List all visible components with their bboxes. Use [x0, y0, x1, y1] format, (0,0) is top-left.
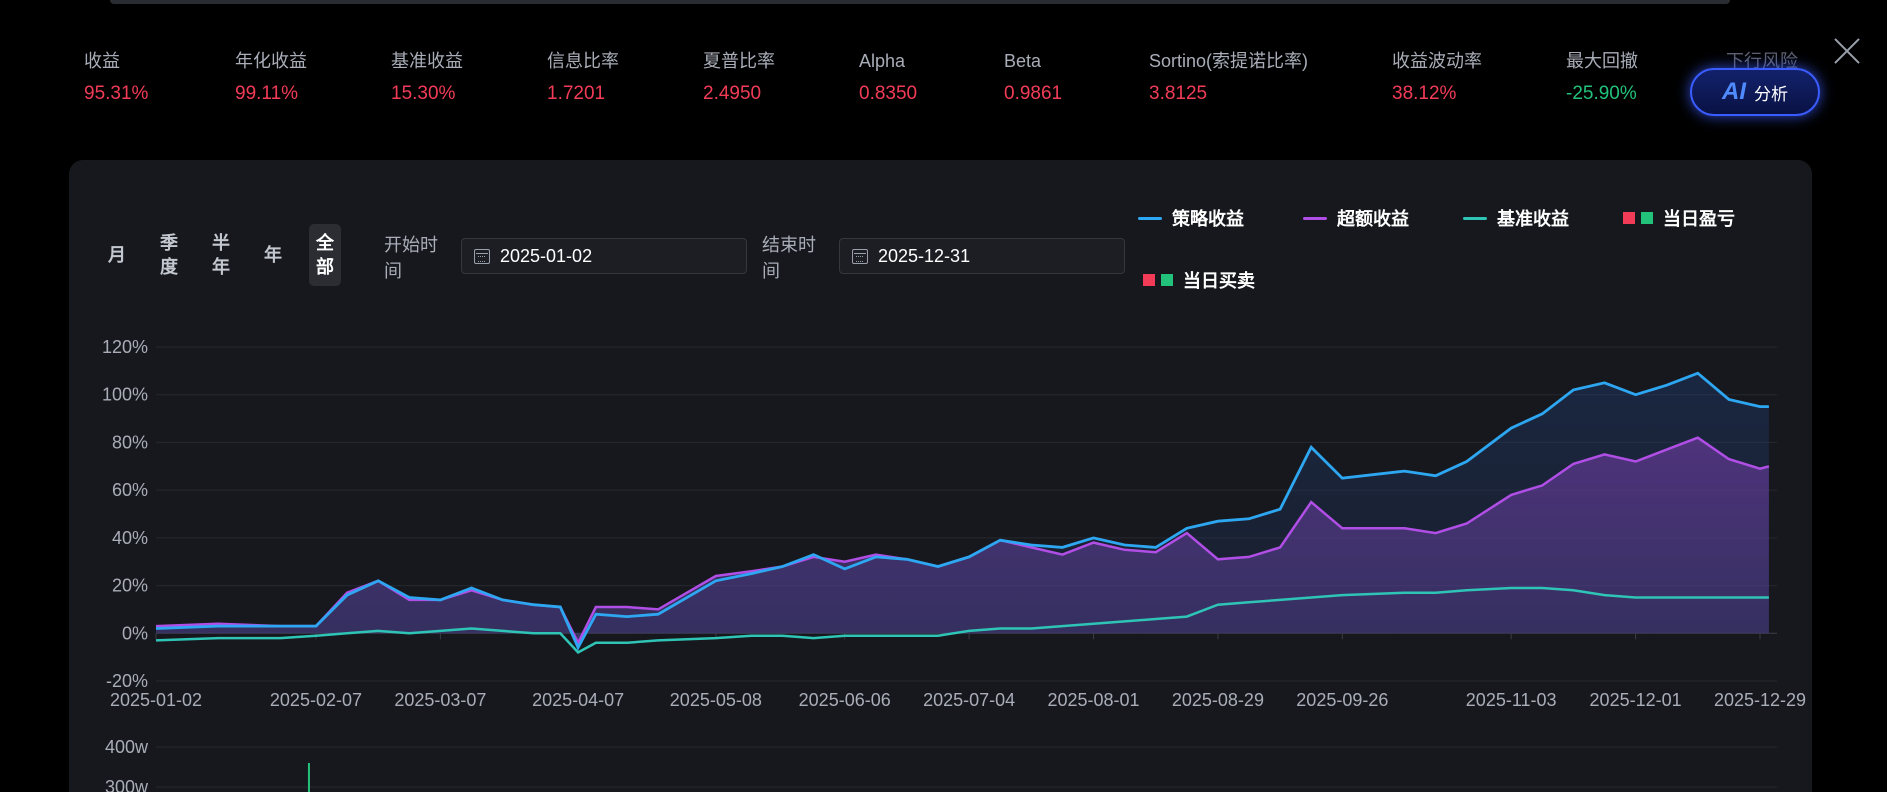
stat-value: 95.31% [84, 83, 149, 104]
x-tick-label: 2025-07-04 [923, 690, 1015, 710]
sub-y-tick-label: 300w [105, 777, 149, 792]
y-tick-label: 40% [112, 528, 148, 548]
x-tick-label: 2025-08-29 [1172, 690, 1264, 710]
stat-item: 信息比率 1.7201 [547, 50, 619, 106]
chart-panel: 月季度 半年年全部 开始时间 2025-01-02 结束时间 2025-12-31… [69, 160, 1812, 792]
ai-analysis-label: 分析 [1754, 84, 1788, 104]
y-tick-label: 120% [102, 337, 148, 357]
stat-item: 夏普比率 2.4950 [703, 50, 775, 106]
stats-row: 收益 95.31% 年化收益 99.11% 基准收益 15.30% 信息比率 1.7201 夏普… [0, 50, 1887, 120]
x-tick-label: 2025-12-29 [1714, 690, 1806, 710]
y-tick-label: 100% [102, 385, 148, 405]
y-tick-label: 0% [122, 623, 148, 643]
stat-value: 3.8125 [1149, 83, 1208, 104]
stat-value: 2.4950 [703, 83, 762, 104]
x-tick-label: 2025-02-07 [270, 690, 362, 710]
stat-value: 0.9861 [1004, 83, 1063, 104]
stat-value: 99.11% [235, 83, 299, 104]
stat-label: 信息比率 [547, 51, 619, 71]
returns-chart: 120% 100% 80% 60% 40% 20% 0% -20%2025-01-02 2025… [102, 337, 1806, 792]
stat-value: 38.12% [1392, 83, 1457, 104]
stat-item: Beta 0.9861 [1004, 50, 1062, 106]
stat-item: 年化收益 99.11% [235, 50, 307, 106]
x-tick-label: 2025-04-07 [532, 690, 624, 710]
stat-value: 15.30% [391, 83, 456, 104]
stat-label: Beta [1004, 51, 1042, 71]
stat-label: 年化收益 [235, 51, 307, 71]
x-tick-label: 2025-12-01 [1590, 690, 1682, 710]
x-tick-label: 2025-06-06 [799, 690, 891, 710]
x-tick-label: 2025-08-01 [1047, 690, 1139, 710]
x-tick-label: 2025-09-26 [1296, 690, 1388, 710]
stat-item: Alpha 0.8350 [859, 50, 917, 106]
stat-value: 1.7201 [547, 83, 606, 104]
y-tick-label: 20% [112, 576, 148, 596]
y-tick-label: 80% [112, 432, 148, 452]
top-scroll-hint [110, 0, 1730, 4]
x-tick-label: 2025-01-02 [110, 690, 202, 710]
stat-label: 最大回撤 [1566, 51, 1638, 71]
x-tick-label: 2025-05-08 [670, 690, 762, 710]
trade-volume-bar [307, 763, 310, 792]
y-tick-label: 60% [112, 480, 148, 500]
close-icon[interactable] [1832, 36, 1862, 66]
stat-label: 收益 [84, 51, 120, 71]
y-tick-label: -20% [106, 671, 148, 691]
x-tick-label: 2025-11-03 [1466, 690, 1557, 710]
stat-value: 0.8350 [859, 83, 918, 104]
stat-label: 基准收益 [391, 51, 463, 71]
stat-item: 收益波动率 38.12% [1392, 50, 1482, 106]
stat-label: Alpha [859, 51, 906, 71]
sub-y-tick-label: 400w [105, 737, 149, 757]
stat-label: Sortino(索提诺比率) [1149, 51, 1309, 71]
x-tick-label: 2025-03-07 [394, 690, 486, 710]
stat-item: Sortino(索提诺比率) 3.8125 [1149, 50, 1308, 106]
stat-item: 最大回撤 -25.90% [1566, 50, 1638, 106]
stat-value: -25.90% [1566, 83, 1637, 104]
ai-analysis-button[interactable]: AI 分析 [1690, 68, 1820, 116]
stat-label: 收益波动率 [1392, 51, 1482, 71]
stat-label: 夏普比率 [703, 51, 775, 71]
stat-item: 收益 95.31% [84, 50, 148, 106]
ai-icon: AI [1722, 78, 1746, 105]
stat-item: 基准收益 15.30% [391, 50, 463, 106]
